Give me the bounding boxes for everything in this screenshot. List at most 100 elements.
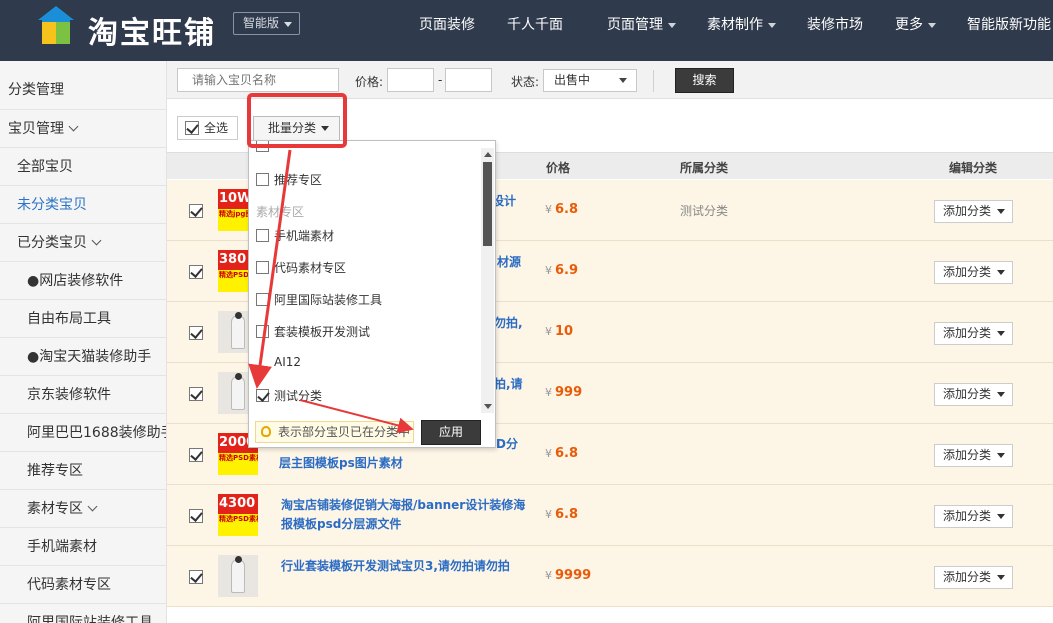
row-checkbox[interactable] bbox=[189, 265, 203, 279]
sidebar-item-tmall-helper[interactable]: ●淘宝天猫装修助手 bbox=[0, 338, 166, 376]
status-select[interactable]: 出售中 bbox=[543, 69, 637, 92]
batch-category-button[interactable]: 批量分类 bbox=[253, 116, 340, 141]
add-category-dropdown[interactable]: 添加分类 bbox=[934, 322, 1013, 345]
column-header-category: 所属分类 bbox=[680, 161, 729, 175]
divider bbox=[653, 70, 654, 92]
sidebar-item-alibaba-intl-tools[interactable]: 阿里国际站装修工具 bbox=[0, 604, 166, 623]
chevron-down-icon bbox=[997, 209, 1005, 214]
category-option[interactable]: 套装模板开发测试 bbox=[256, 323, 370, 340]
lightbulb-icon bbox=[261, 426, 271, 437]
nav-page-decoration[interactable]: 页面装修 bbox=[419, 0, 475, 50]
price-value: 999 bbox=[555, 385, 583, 400]
chevron-down-icon bbox=[668, 22, 676, 28]
nav-new-features[interactable]: 智能版新功能 bbox=[967, 0, 1051, 50]
product-price: ¥999 bbox=[545, 385, 582, 400]
checkbox-checked-icon bbox=[256, 389, 269, 402]
category-option-label: 阿里国际站装修工具 bbox=[274, 293, 383, 307]
product-title-link[interactable]: 勿拍, bbox=[494, 314, 534, 333]
product-category: 测试分类 bbox=[680, 204, 729, 218]
checkbox-checked-icon bbox=[185, 121, 199, 135]
category-option[interactable]: 推荐专区 bbox=[256, 171, 322, 188]
price-value: 10 bbox=[555, 324, 574, 339]
row-checkbox[interactable] bbox=[189, 387, 203, 401]
scrollbar-thumb[interactable] bbox=[483, 162, 492, 246]
scroll-up-icon[interactable] bbox=[484, 152, 492, 157]
product-title-link[interactable]: 设计 bbox=[492, 192, 532, 211]
row-checkbox[interactable] bbox=[189, 448, 203, 462]
checkbox-icon bbox=[256, 229, 269, 242]
product-name-search-input[interactable] bbox=[177, 68, 339, 92]
row-checkbox[interactable] bbox=[189, 204, 203, 218]
model-head bbox=[235, 556, 242, 563]
price-value: 6.8 bbox=[555, 202, 579, 217]
add-category-dropdown[interactable]: 添加分类 bbox=[934, 200, 1013, 223]
row-checkbox[interactable] bbox=[189, 509, 203, 523]
checkbox-icon bbox=[256, 293, 269, 306]
sidebar-item-free-layout[interactable]: 自由布局工具 bbox=[0, 300, 166, 338]
checkbox-icon bbox=[256, 325, 269, 338]
category-option[interactable]: 阿里国际站装修工具 bbox=[256, 291, 382, 308]
currency-symbol: ¥ bbox=[545, 264, 552, 277]
row-checkbox[interactable] bbox=[189, 570, 203, 584]
model-figure bbox=[231, 376, 245, 410]
sidebar-item-category-management[interactable]: 分类管理 bbox=[0, 71, 166, 110]
batch-category-popup: 推荐专区 素材专区 手机端素材 代码素材专区 阿里国际站装修工具 套装模板开发测… bbox=[248, 140, 496, 448]
category-option-partial[interactable] bbox=[256, 141, 274, 153]
product-price: ¥6.8 bbox=[545, 202, 578, 217]
add-category-dropdown[interactable]: 添加分类 bbox=[934, 444, 1013, 467]
add-category-label: 添加分类 bbox=[943, 265, 992, 279]
add-category-dropdown[interactable]: 添加分类 bbox=[934, 505, 1013, 528]
add-category-dropdown[interactable]: 添加分类 bbox=[934, 261, 1013, 284]
product-price: ¥6.9 bbox=[545, 263, 578, 278]
add-category-dropdown[interactable]: 添加分类 bbox=[934, 383, 1013, 406]
chevron-down-icon bbox=[997, 453, 1005, 458]
search-button[interactable]: 搜索 bbox=[675, 68, 734, 93]
price-max-input[interactable] bbox=[445, 68, 492, 92]
product-title-link[interactable]: 淘宝店铺装修促销大海报/banner设计装修海报模板psd分层源文件 bbox=[281, 496, 531, 534]
category-option-test[interactable]: 测试分类 bbox=[256, 387, 322, 404]
category-option[interactable]: 手机端素材 bbox=[256, 227, 334, 244]
sidebar-item-product-management[interactable]: 宝贝管理 bbox=[0, 110, 166, 148]
price-value: 9999 bbox=[555, 568, 592, 583]
sidebar-item-recommended[interactable]: 推荐专区 bbox=[0, 452, 166, 490]
price-min-input[interactable] bbox=[387, 68, 434, 92]
currency-symbol: ¥ bbox=[545, 569, 552, 582]
product-title-link[interactable]: 行业套装模板开发测试宝贝3,请勿拍请勿拍 bbox=[281, 557, 531, 576]
category-option[interactable]: AI12 bbox=[274, 355, 301, 369]
price-value: 6.9 bbox=[555, 263, 579, 278]
product-title-link[interactable]: 材源 bbox=[497, 253, 537, 272]
product-thumbnail[interactable] bbox=[218, 555, 258, 597]
edition-dropdown[interactable]: 智能版 bbox=[233, 12, 300, 35]
row-checkbox[interactable] bbox=[189, 326, 203, 340]
sidebar-item-1688-helper[interactable]: 阿里巴巴1688装修助手 bbox=[0, 414, 166, 452]
sidebar-item-categorized[interactable]: 已分类宝贝 bbox=[0, 224, 166, 262]
sidebar: 分类管理 宝贝管理 全部宝贝 未分类宝贝 已分类宝贝 ●网店装修软件 自由布局工… bbox=[0, 61, 167, 623]
sidebar-item-all-products[interactable]: 全部宝贝 bbox=[0, 148, 166, 186]
sidebar-item-shop-software[interactable]: ●网店装修软件 bbox=[0, 262, 166, 300]
nav-personalization[interactable]: 千人千面 bbox=[507, 0, 563, 50]
category-option-list: 推荐专区 素材专区 手机端素材 代码素材专区 阿里国际站装修工具 套装模板开发测… bbox=[249, 141, 481, 414]
sidebar-item-code-materials[interactable]: 代码素材专区 bbox=[0, 566, 166, 604]
checkbox-icon bbox=[256, 173, 269, 186]
select-all-checkbox[interactable]: 全选 bbox=[177, 116, 238, 140]
model-figure bbox=[231, 315, 245, 349]
price-value: 6.8 bbox=[555, 446, 579, 461]
product-thumbnail[interactable]: 4300精选PSD素材 bbox=[218, 494, 258, 536]
sidebar-item-jd-software[interactable]: 京东装修软件 bbox=[0, 376, 166, 414]
product-title-link[interactable]: 拍,请 bbox=[494, 375, 534, 394]
currency-symbol: ¥ bbox=[545, 386, 552, 399]
sidebar-item-materials[interactable]: 素材专区 bbox=[0, 490, 166, 528]
popup-scrollbar[interactable] bbox=[481, 148, 494, 413]
nav-more[interactable]: 更多 bbox=[895, 0, 936, 50]
apply-button[interactable]: 应用 bbox=[421, 420, 481, 445]
sidebar-item-mobile-materials[interactable]: 手机端素材 bbox=[0, 528, 166, 566]
category-option[interactable]: 代码素材专区 bbox=[256, 259, 346, 276]
add-category-dropdown[interactable]: 添加分类 bbox=[934, 566, 1013, 589]
sidebar-item-uncategorized[interactable]: 未分类宝贝 bbox=[0, 186, 166, 224]
nav-decoration-market[interactable]: 装修市场 bbox=[807, 0, 863, 50]
category-option-label: 测试分类 bbox=[274, 389, 323, 403]
nav-page-management[interactable]: 页面管理 bbox=[607, 0, 676, 50]
nav-material-production[interactable]: 素材制作 bbox=[707, 0, 776, 50]
chevron-down-icon bbox=[68, 121, 79, 132]
scroll-down-icon[interactable] bbox=[484, 404, 492, 409]
